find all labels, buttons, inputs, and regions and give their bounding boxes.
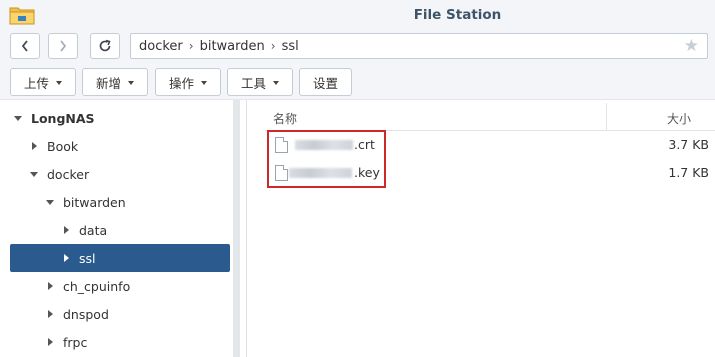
path-bar[interactable]: docker › bitwarden › ssl ★ [130,33,708,59]
breadcrumb-bitwarden[interactable]: bitwarden [200,39,265,54]
file-list-header: 名称 大小 [265,103,715,131]
tree-label: ssl [79,250,96,266]
settings-label: 设置 [312,75,338,91]
tree-label: frpc [63,334,88,350]
tree-label: data [79,222,108,238]
breadcrumb-separator-icon: › [270,39,276,53]
tree-item-ch-cpuinfo[interactable]: ch_cpuinfo [10,272,230,300]
column-header-size[interactable]: 大小 [667,110,691,127]
settings-button[interactable]: 设置 [299,68,352,96]
create-button[interactable]: 新增 [82,68,148,96]
tree-item-frpc[interactable]: frpc [10,328,230,356]
file-size: 3.7 KB [668,137,709,152]
caret-down-icon [56,81,62,85]
tree-item-dnspod[interactable]: dnspod [10,300,230,328]
sidebar-scrollbar[interactable] [233,100,240,357]
window-title: File Station [413,7,502,23]
collapsed-arrow-icon[interactable] [48,310,53,318]
tree-label: LongNAS [31,110,95,126]
expanded-arrow-icon[interactable] [46,199,54,205]
action-label: 操作 [168,75,194,91]
tree-item-data[interactable]: data [10,216,230,244]
upload-button[interactable]: 上传 [10,68,76,96]
action-button[interactable]: 操作 [155,68,221,96]
create-label: 新增 [95,75,121,91]
column-separator[interactable] [606,103,607,131]
breadcrumb-docker[interactable]: docker [139,39,183,54]
collapsed-arrow-icon[interactable] [32,142,37,150]
file-size: 1.7 KB [668,165,709,180]
pane-divider[interactable] [246,100,247,357]
collapsed-arrow-icon[interactable] [48,282,53,290]
collapsed-arrow-icon[interactable] [64,226,69,234]
breadcrumb-separator-icon: › [188,39,194,53]
collapsed-arrow-icon[interactable] [64,254,69,262]
upload-label: 上传 [23,75,49,91]
tree-item-docker[interactable]: docker [10,160,230,188]
tree-item-book[interactable]: Book [10,132,230,160]
favorite-star-icon[interactable]: ★ [684,36,699,56]
refresh-icon [99,39,111,52]
expanded-arrow-icon[interactable] [30,171,38,177]
chevron-right-icon [60,40,67,52]
tools-label: 工具 [240,75,266,91]
back-button[interactable] [10,33,40,59]
caret-down-icon [201,81,207,85]
navigation-bar: docker › bitwarden › ssl ★ [0,30,715,64]
forward-button[interactable] [48,33,78,59]
caret-down-icon [273,81,279,85]
refresh-button[interactable] [90,33,120,59]
collapsed-arrow-icon[interactable] [48,338,53,346]
tree-label: docker [47,166,90,182]
breadcrumb-ssl[interactable]: ssl [282,39,299,54]
tree-item-bitwarden[interactable]: bitwarden [10,188,230,216]
column-header-name[interactable]: 名称 [273,110,297,127]
caret-down-icon [128,81,134,85]
toolbar: 上传 新增 操作 工具 设置 [0,64,715,100]
title-bar: File Station [0,0,715,30]
tree-label: ch_cpuinfo [63,278,131,294]
tools-button[interactable]: 工具 [227,68,293,96]
tree-label: dnspod [63,306,109,322]
tree-item-ssl[interactable]: ssl [10,244,230,272]
tree-label: Book [47,138,79,154]
tree-label: bitwarden [63,194,126,210]
highlight-box [267,130,386,188]
expanded-arrow-icon[interactable] [14,115,22,121]
folder-tree: LongNAS Book docker bitwarden data ssl c… [0,100,240,357]
tree-item-longnas[interactable]: LongNAS [10,104,230,132]
chevron-left-icon [21,40,28,52]
